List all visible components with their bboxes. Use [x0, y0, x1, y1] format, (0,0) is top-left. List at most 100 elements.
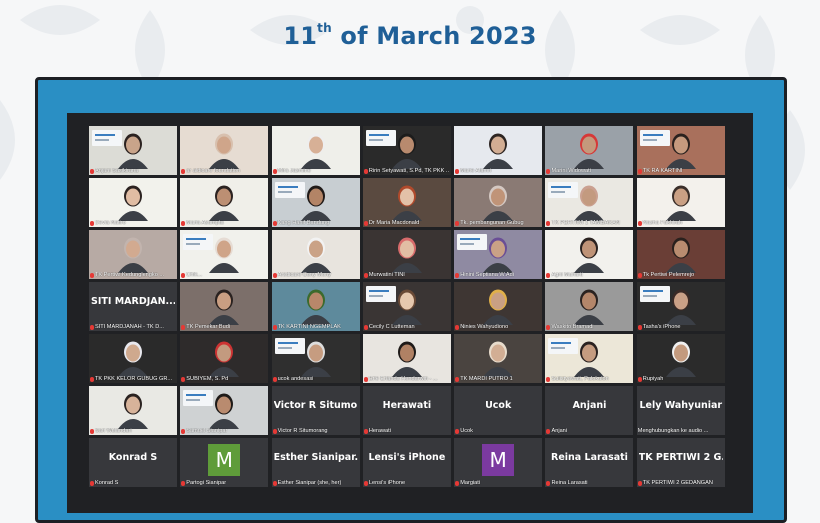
- muted-mic-icon: [637, 480, 642, 486]
- participant-tile[interactable]: TK Pemekar Budi: [180, 282, 269, 331]
- participant-tile[interactable]: Cecily C Lutteman: [362, 282, 451, 331]
- participant-silhouette-icon: [391, 289, 422, 325]
- participant-name-text: Ninies Wahyudiono: [460, 324, 509, 330]
- participant-name-text: Marie Alamri: [460, 168, 492, 174]
- participant-tile[interactable]: Sari Wulandari: [89, 386, 177, 435]
- participant-name-text: Murwatini TINI: [368, 272, 405, 278]
- participant-name-label: Marini Widowati: [546, 168, 631, 174]
- participant-display-name: Anjani: [572, 400, 607, 411]
- muted-mic-icon: [455, 220, 460, 226]
- participant-tile[interactable]: Lely Wahyuniar Menghubungkan ke audio ...: [636, 386, 725, 435]
- participant-tile[interactable]: Waskito Bramadi: [545, 282, 634, 331]
- participant-display-name: Esther Sianipar...: [273, 452, 358, 463]
- participant-name-text: Maria Asumpta: [186, 220, 224, 226]
- participant-tile[interactable]: Ucok Ucok: [454, 386, 543, 435]
- participant-tile[interactable]: Agni Muharti: [545, 230, 634, 279]
- participant-tile[interactable]: Esther Sianipar... Esther Sianipar (she, …: [271, 438, 360, 487]
- participant-name-label: SUBIYEM, S. Pd: [181, 376, 266, 382]
- participant-tile[interactable]: TK PERTIWI 1 TAMBAKAN: [545, 178, 634, 227]
- participant-silhouette-icon: [665, 237, 696, 273]
- muted-mic-icon: [363, 272, 368, 278]
- participant-display-name: SITI MARDJAN...: [91, 296, 175, 307]
- participant-tile[interactable]: Arsdicare Cony Mony: [271, 230, 360, 279]
- participant-silhouette-icon: [209, 237, 240, 273]
- participant-name-label: Konrad S: [90, 480, 175, 486]
- participant-tile[interactable]: Konrad S Konrad S: [89, 438, 177, 487]
- muted-mic-icon: [546, 220, 551, 226]
- participant-tile[interactable]: Erie Erlanda Hendarwin - ...: [362, 334, 451, 383]
- muted-mic-icon: [272, 324, 277, 330]
- participant-tile[interactable]: Anjani Sasikirana: [89, 126, 177, 175]
- participant-tile[interactable]: TK Pertiwi Kedunglengko ...: [89, 230, 177, 279]
- participant-name-label: Agni Muharti: [546, 272, 631, 278]
- participant-tile[interactable]: M Margiati: [454, 438, 543, 487]
- participant-silhouette-icon: [483, 237, 514, 273]
- participant-tile[interactable]: Mira Jasmine: [271, 126, 360, 175]
- muted-mic-icon: [363, 376, 368, 382]
- participant-silhouette-icon: [483, 185, 514, 221]
- participant-name-label: Devia Natiro: [90, 220, 175, 226]
- participant-name-label: TK PERTIWI 1 TAMBAKAN: [546, 220, 631, 226]
- participant-name-label: Marie Alamri: [455, 168, 540, 174]
- participant-tile[interactable]: Nasha Fakhirah: [636, 178, 725, 227]
- participant-tile[interactable]: Marini Widowati: [545, 126, 634, 175]
- participant-tile[interactable]: Victor R Situmo... Victor R Situmorang: [271, 386, 360, 435]
- participant-name-text: Herawati: [368, 428, 391, 434]
- muted-mic-icon: [455, 480, 460, 486]
- participant-tile[interactable]: TK MARDI PUTRO 1: [454, 334, 543, 383]
- participant-tile[interactable]: TK KARTINI NGEMPLAK: [271, 282, 360, 331]
- participant-name-label: Tk. pembangunan Gubug: [455, 220, 540, 226]
- participant-display-name: Ucok: [485, 400, 512, 411]
- participant-name-text: Arsdicare Cony Mony: [277, 272, 332, 278]
- participant-display-name: Herawati: [382, 400, 432, 411]
- participant-name-text: Dr Maria Macdonald: [368, 220, 420, 226]
- participant-name-text: Margiati: [460, 480, 481, 486]
- participant-name-text: TK KARTINI NGEMPLAK: [277, 324, 341, 330]
- participant-tile[interactable]: Samuel Sianipar: [180, 386, 269, 435]
- participant-tile[interactable]: Maria Asumpta: [180, 178, 269, 227]
- participant-tile[interactable]: ucok andesasi: [271, 334, 360, 383]
- muted-mic-icon: [546, 324, 551, 330]
- participant-name-text: Esther Sianipar (she, her): [277, 480, 342, 486]
- participant-tile[interactable]: Chik...: [180, 230, 269, 279]
- participant-tile[interactable]: Hinini Septiana W.Adi: [454, 230, 543, 279]
- participant-tile[interactable]: Rupiyah: [636, 334, 725, 383]
- participant-tile[interactable]: Tk Pertiwi Pelemrejo: [636, 230, 725, 279]
- participant-silhouette-icon: [483, 289, 514, 325]
- participant-tile[interactable]: Sulistyowati, Palokulon: [545, 334, 634, 383]
- participant-tile[interactable]: ar aldicare foundation: [180, 126, 269, 175]
- muted-mic-icon: [363, 428, 368, 434]
- participant-name-text: Ririn Setyawati, S.Pd, TK PKK ...: [368, 168, 449, 174]
- participant-tile[interactable]: Anjani Anjani: [545, 386, 634, 435]
- participant-name-text: Sari Wulandari: [95, 428, 132, 434]
- participant-tile[interactable]: TK PERTIWI 2 G... TK PERTIWI 2 GEDANGAN: [636, 438, 725, 487]
- participant-tile[interactable]: SUBIYEM, S. Pd: [180, 334, 269, 383]
- participant-silhouette-icon: [574, 289, 605, 325]
- participant-tile[interactable]: M Partogi Sianipar: [180, 438, 269, 487]
- participant-tile[interactable]: Tasha's iPhone: [636, 282, 725, 331]
- participant-name-text: Partogi Sianipar: [186, 480, 227, 486]
- participant-tile[interactable]: TK PKK KELOR GUBUG GR...: [89, 334, 177, 383]
- participant-tile[interactable]: Devia Natiro: [89, 178, 177, 227]
- participant-tile[interactable]: Ninies Wahyudiono: [454, 282, 543, 331]
- participant-tile[interactable]: Murwatini TINI: [362, 230, 451, 279]
- participant-tile[interactable]: Ririn Setyawati, S.Pd, TK PKK ...: [362, 126, 451, 175]
- participant-name-label: TK Pertiwi Kedunglengko ...: [90, 272, 175, 278]
- muted-mic-icon: [181, 480, 186, 486]
- participant-name-text: Kang Hanif Bandung: [277, 220, 330, 226]
- participant-tile[interactable]: TK RA KARTINI: [636, 126, 725, 175]
- participant-name-label: Erie Erlanda Hendarwin - ...: [363, 376, 449, 382]
- participant-tile[interactable]: Reina Larasati Reina Larasati: [545, 438, 634, 487]
- participant-tile[interactable]: Herawati Herawati: [362, 386, 451, 435]
- participant-tile[interactable]: Lensi's iPhone Lensi's iPhone: [362, 438, 451, 487]
- participant-tile[interactable]: Marie Alamri: [454, 126, 543, 175]
- participant-silhouette-icon: [391, 341, 422, 377]
- muted-mic-icon: [181, 428, 186, 434]
- participant-tile[interactable]: Kang Hanif Bandung: [271, 178, 360, 227]
- participant-name-text: Agni Muharti: [551, 272, 583, 278]
- participant-name-text: Chik...: [186, 272, 203, 278]
- participant-tile[interactable]: Tk. pembangunan Gubug: [454, 178, 543, 227]
- participant-tile[interactable]: SITI MARDJAN... SITI MARDJANAH - TK D...: [89, 282, 177, 331]
- participant-silhouette-icon: [300, 341, 331, 377]
- participant-tile[interactable]: Dr Maria Macdonald: [362, 178, 451, 227]
